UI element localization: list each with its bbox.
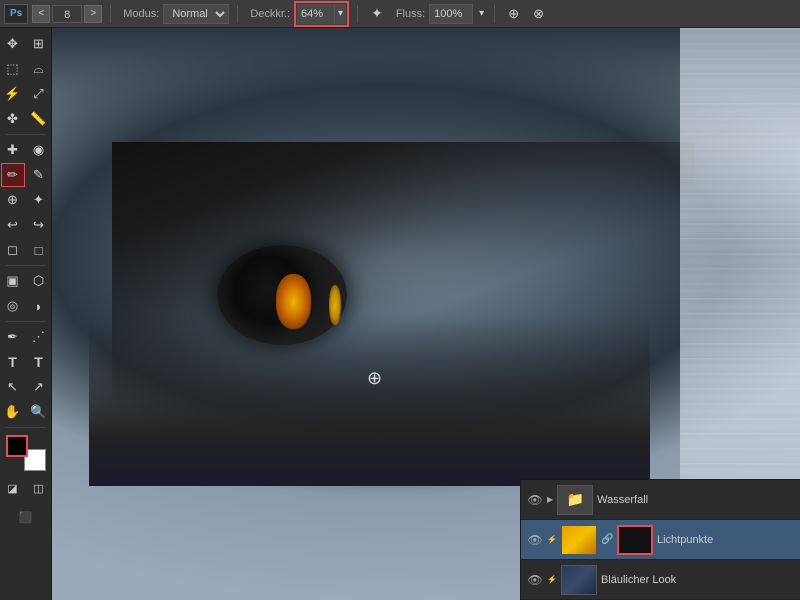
tablet-pressure-size[interactable]: ⊗ <box>528 4 549 24</box>
layer-blaelicher-look-thumb <box>561 565 597 595</box>
gradient-tool[interactable]: ▣ <box>1 269 25 293</box>
layer-wasserfall-thumb: 📁 <box>557 485 593 515</box>
layer-lichtpunkte-chain: 🔗 <box>601 534 613 545</box>
art-history-tool[interactable]: ↪ <box>27 213 51 237</box>
flow-label: Fluss: <box>396 8 425 20</box>
opacity-input[interactable]: 64% <box>297 4 335 24</box>
layer-lichtpunkte-link: ⚡ <box>547 535 557 544</box>
pen-tool[interactable]: ✒ <box>1 325 25 349</box>
layer-lichtpunkte-thumb-color <box>561 525 597 555</box>
layer-blaelicher-look[interactable]: 👁 ⚡ Bläulicher Look <box>521 560 800 600</box>
flow-input[interactable]: 100% <box>429 4 473 24</box>
quick-select-tool[interactable]: ⚡ <box>1 82 25 106</box>
tool-group-sample: ✤ 📏 <box>1 107 51 131</box>
ps-menu: Ps <box>4 4 28 24</box>
tool-sep-2 <box>6 265 46 266</box>
layer-wasserfall-name: Wasserfall <box>597 494 794 506</box>
tool-group-marquee: ⬚ ⌓ <box>1 57 51 81</box>
ps-icon[interactable]: Ps <box>4 4 28 24</box>
tool-group-brush: ✏ ✎ <box>1 163 51 187</box>
artboard-tool[interactable]: ⊞ <box>27 32 51 56</box>
eraser-tool[interactable]: ◻ <box>1 238 25 262</box>
tool-group-heal: ✚ ◉ <box>1 138 51 162</box>
mode-select[interactable]: Normal <box>163 4 229 24</box>
lower-eyelashes <box>89 314 650 486</box>
rect-marquee-tool[interactable]: ⬚ <box>1 57 25 81</box>
quick-mask-mode[interactable]: ◫ <box>27 476 51 500</box>
measure-tool[interactable]: 📏 <box>27 107 51 131</box>
layer-wasserfall[interactable]: 👁 ▶ 📁 Wasserfall <box>521 480 800 520</box>
quick-mask-area: ◪ ◫ <box>1 476 51 500</box>
layers-panel: 👁 ▶ 📁 Wasserfall 👁 ⚡ 🔗 Lichtpunkte <box>520 479 800 600</box>
tool-group-pen: ✒ ⋰ <box>1 325 51 349</box>
tool-group-select: ✥ ⊞ <box>1 32 51 56</box>
main-area: ✥ ⊞ ⬚ ⌓ ⚡ ⤢ ✤ 📏 ✚ ◉ ✏ ✎ ⊕ ✦ <box>0 28 800 600</box>
layer-lichtpunkte[interactable]: 👁 ⚡ 🔗 Lichtpunkte <box>521 520 800 560</box>
crop-tool[interactable]: ⤢ <box>27 82 51 106</box>
layer-lichtpunkte-name: Lichtpunkte <box>657 534 794 546</box>
layer-lichtpunkte-visibility[interactable]: 👁 <box>527 532 543 548</box>
top-toolbar: Ps < 8 > Modus: Normal Deckkr.: 64% ▾ ✦ … <box>0 0 800 28</box>
left-toolbar: ✥ ⊞ ⬚ ⌓ ⚡ ⤢ ✤ 📏 ✚ ◉ ✏ ✎ ⊕ ✦ <box>0 28 52 600</box>
opacity-label: Deckkr.: <box>250 8 290 20</box>
freeform-pen-tool[interactable]: ⋰ <box>27 325 51 349</box>
brush-size-group: < 8 > <box>32 5 102 23</box>
direct-select-tool[interactable]: ↗ <box>27 375 51 399</box>
standard-mode[interactable]: ◪ <box>1 476 25 500</box>
layer-blaelicher-look-visibility[interactable]: 👁 <box>527 572 543 588</box>
patch-tool[interactable]: ◉ <box>27 138 51 162</box>
heal-tool[interactable]: ✚ <box>1 138 25 162</box>
color-swatch-area <box>6 435 46 471</box>
mode-label: Modus: <box>123 8 159 20</box>
blur-tool[interactable]: ◎ <box>1 294 25 318</box>
tool-sep-3 <box>6 321 46 322</box>
foreground-color-swatch[interactable] <box>6 435 28 457</box>
canvas-area[interactable]: ⊕ 👁 ▶ 📁 Wasserfall 👁 ⚡ 🔗 L <box>52 28 800 600</box>
clone-stamp-tool[interactable]: ⊕ <box>1 188 25 212</box>
screen-mode-area: ⬛ <box>14 505 38 529</box>
dodge-tool[interactable]: ◗ <box>27 294 51 318</box>
eyedropper-tool[interactable]: ✤ <box>1 107 25 131</box>
paint-bucket-tool[interactable]: ⬡ <box>27 269 51 293</box>
tool-sep-1 <box>6 134 46 135</box>
airbrush-toggle[interactable]: ✦ <box>366 4 388 24</box>
tool-sep-4 <box>6 427 46 428</box>
hand-tool[interactable]: ✋ <box>1 400 25 424</box>
layer-lichtpunkte-thumb-mask <box>617 525 653 555</box>
tablet-pressure-opacity[interactable]: ⊕ <box>503 4 524 24</box>
tool-group-clone: ⊕ ✦ <box>1 188 51 212</box>
brush-size-value: 8 <box>52 5 82 23</box>
brush-tool[interactable]: ✏ <box>1 163 25 187</box>
layer-wasserfall-arrows: ▶ <box>547 495 553 504</box>
opacity-dropdown[interactable]: ▾ <box>335 4 346 24</box>
path-select-tool[interactable]: ↖ <box>1 375 25 399</box>
screen-mode[interactable]: ⬛ <box>14 505 38 529</box>
tool-group-quick: ⚡ ⤢ <box>1 82 51 106</box>
layer-blaelicher-look-arrows: ⚡ <box>547 575 557 584</box>
flow-dropdown[interactable]: ▾ <box>477 4 486 24</box>
zoom-tool[interactable]: 🔍 <box>27 400 51 424</box>
tool-group-text: T T <box>1 350 51 374</box>
pencil-tool[interactable]: ✎ <box>27 163 51 187</box>
history-brush-tool[interactable]: ↩ <box>1 213 25 237</box>
layer-wasserfall-visibility[interactable]: 👁 <box>527 492 543 508</box>
pattern-stamp-tool[interactable]: ✦ <box>27 188 51 212</box>
tool-group-path-sel: ↖ ↗ <box>1 375 51 399</box>
brush-size-decrease[interactable]: < <box>32 5 50 23</box>
tool-group-erase: ◻ □ <box>1 238 51 262</box>
tool-group-shape: ✋ 🔍 <box>1 400 51 424</box>
tool-group-history: ↩ ↪ <box>1 213 51 237</box>
tool-group-fill: ▣ ⬡ <box>1 269 51 293</box>
brush-size-increase[interactable]: > <box>84 5 102 23</box>
move-tool[interactable]: ✥ <box>1 32 25 56</box>
vertical-text-tool[interactable]: T <box>27 350 51 374</box>
text-tool[interactable]: T <box>1 350 25 374</box>
layer-blaelicher-look-name: Bläulicher Look <box>601 574 794 586</box>
bg-eraser-tool[interactable]: □ <box>27 238 51 262</box>
lasso-tool[interactable]: ⌓ <box>27 57 51 81</box>
tool-group-dodge: ◎ ◗ <box>1 294 51 318</box>
